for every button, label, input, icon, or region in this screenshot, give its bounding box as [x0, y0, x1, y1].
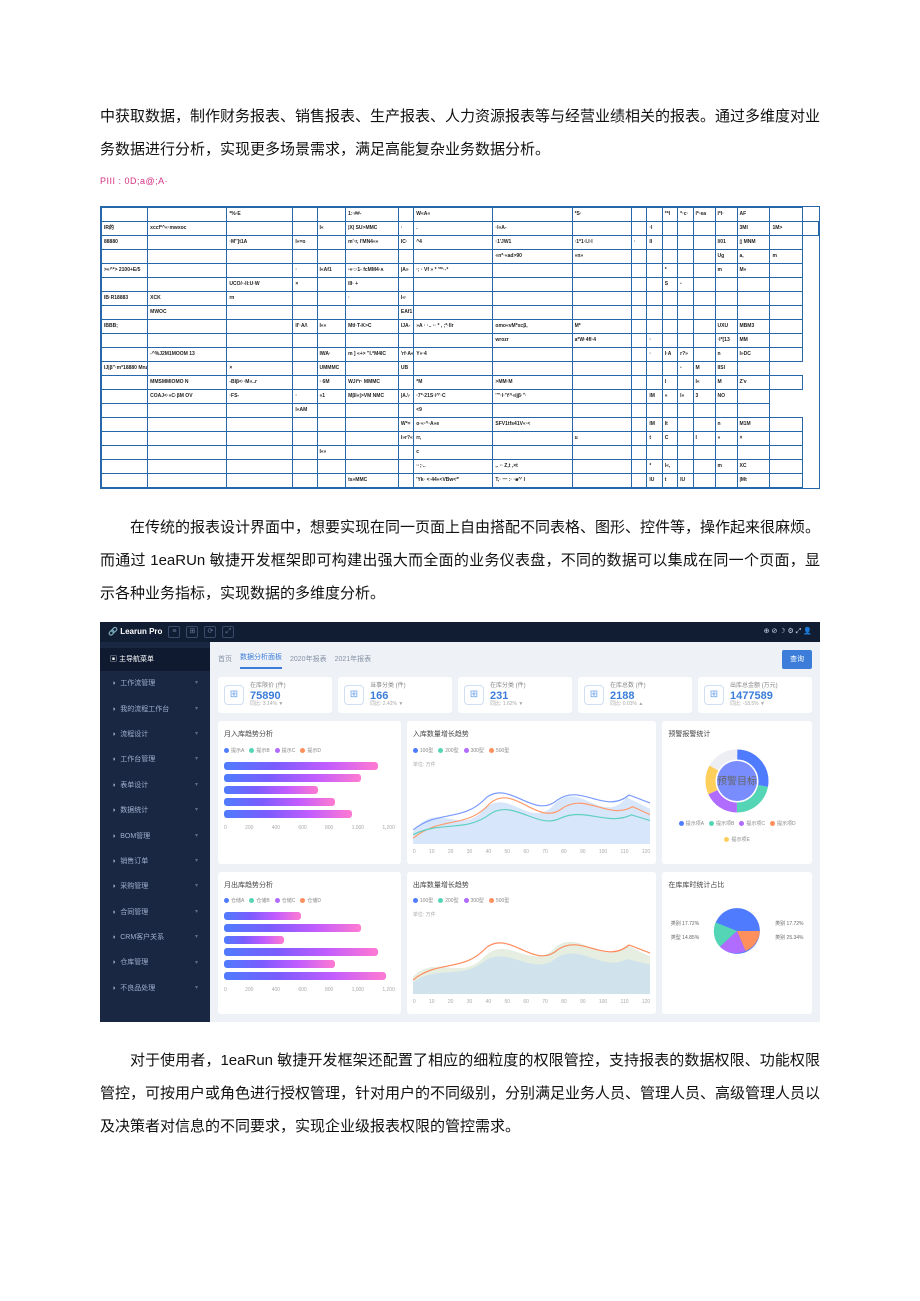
axis: 02004006008001,0001,200 — [224, 823, 395, 834]
tab: 2020年报表 — [290, 652, 327, 667]
panel-sub: 单位: 万件 — [413, 760, 650, 771]
panel-wave-out: 出库数量增长趋势 100型200型300型500型 单位: 万件 0102030… — [407, 872, 656, 1014]
sidebar-item: ◗合同管理▾ — [100, 900, 210, 925]
query-button: 查询 — [782, 650, 812, 669]
panel-legend: 提示项A提示项B提示项C提示项D提示项E — [668, 819, 806, 846]
sidebar-item: ◗流程设计▾ — [100, 722, 210, 747]
topbar-icon: ⤢ — [222, 626, 234, 638]
report-grid-image: *%·E1:·##-W«A«*S·**I*·c·l*·eaI*I·AFIR的xc… — [100, 206, 820, 489]
sidebar-item: ◗销售订单▾ — [100, 849, 210, 874]
sidebar-item: ◗我的流程工作台▾ — [100, 697, 210, 722]
dashboard-logo: 🔗 Learun Pro — [108, 623, 162, 641]
panel-bar-out: 月出库趋势分析 仓储A仓储B仓储C仓储D 02004006008001,0001… — [218, 872, 401, 1014]
pie-chart: 类别 17.72%类型 14.85% 类别 17.72%类别 25.34% — [668, 896, 806, 966]
topbar-icon: ⟳ — [204, 626, 216, 638]
panel-pie: 在库库时统计占比 类别 17.72%类型 14.85% 类别 17.72%类别 … — [662, 872, 812, 1014]
axis: 0102030405060708090100110120 — [413, 847, 650, 858]
kpi-card: ⊞在库总数 (件)2188同比: 0.03% ▲ — [578, 677, 692, 713]
dashboard-sidebar: ▣ 主导航菜单 ◗工作流管理▾◗我的流程工作台▾◗流程设计▾◗工作台管理▾◗表单… — [100, 642, 210, 1022]
panel-title: 出库数量增长趋势 — [413, 878, 650, 893]
axis: 0102030405060708090100110120 — [413, 997, 650, 1008]
tab: 2021年报表 — [335, 652, 372, 667]
dashboard-body: 首页 数据分析面板 2020年报表 2021年报表 查询 ⊞在库限价 (件)75… — [210, 642, 820, 1022]
sidebar-item: ◗CRM客户关系▾ — [100, 925, 210, 950]
panel-wave-in: 入库数量增长趋势 100型200型300型500型 单位: 万件 0102030… — [407, 721, 656, 863]
dashboard-image: 🔗 Learun Pro ≡ ⊞ ⟳ ⤢ ⊕ ⊘ ☽ ⚙ ⤢ 👤 ▣ 主导航菜单… — [100, 622, 820, 1022]
sidebar-header: ▣ 主导航菜单 — [100, 648, 210, 671]
dashboard-tabs: 首页 数据分析面板 2020年报表 2021年报表 查询 — [218, 650, 812, 669]
paragraph-3: 对于使用者，1eaRun 敏捷开发框架还配置了相应的细粒度的权限管控，支持报表的… — [100, 1044, 820, 1143]
panel-title: 预警报警统计 — [668, 727, 806, 742]
panel-title: 月入库趋势分析 — [224, 727, 395, 742]
bar-chart — [224, 910, 395, 982]
sidebar-item: ◗采购管理▾ — [100, 874, 210, 899]
panel-title: 入库数量增长趋势 — [413, 727, 650, 742]
sidebar-item: ◗表单设计▾ — [100, 773, 210, 798]
kpi-row: ⊞在库限价 (件)75890同比: 3.14% ▼⊞当事分类 (件)166同比:… — [218, 677, 812, 713]
pink-annotation: PIII : 0D;a@;A· — [100, 172, 820, 192]
panel-legend: 100型200型300型500型 — [413, 896, 650, 907]
svg-text:预警目标: 预警目标 — [717, 774, 757, 787]
sidebar-item: ◗工作台管理▾ — [100, 747, 210, 772]
panel-legend: 提示A提示B提示C提示D — [224, 746, 395, 757]
tab-active: 数据分析面板 — [240, 650, 282, 669]
sidebar-item: ◗数据统计▾ — [100, 798, 210, 823]
topbar-icon: ⊞ — [186, 626, 198, 638]
kpi-card: ⊞出库总金额 (万元)1477589同比: -18.5% ▼ — [698, 677, 812, 713]
sidebar-item: ◗BOM管理▾ — [100, 824, 210, 849]
panel-title: 在库库时统计占比 — [668, 878, 806, 893]
dashboard-topbar: 🔗 Learun Pro ≡ ⊞ ⟳ ⤢ ⊕ ⊘ ☽ ⚙ ⤢ 👤 — [100, 622, 820, 642]
sidebar-item: ◗不良品处理▾ — [100, 976, 210, 1001]
wave-chart — [413, 774, 650, 844]
panel-bar-in: 月入库趋势分析 提示A提示B提示C提示D 02004006008001,0001… — [218, 721, 401, 863]
panel-sub: 单位: 万件 — [413, 910, 650, 921]
panel-legend: 仓储A仓储B仓储C仓储D — [224, 896, 395, 907]
topbar-icon: ≡ — [168, 626, 180, 638]
sidebar-item: ◗仓库管理▾ — [100, 950, 210, 975]
panel-legend: 100型200型300型500型 — [413, 746, 650, 757]
paragraph-2: 在传统的报表设计界面中，想要实现在同一页面上自由搭配不同表格、图形、控件等，操作… — [100, 511, 820, 610]
panel-row-1: 月入库趋势分析 提示A提示B提示C提示D 02004006008001,0001… — [218, 721, 812, 863]
wave-chart — [413, 924, 650, 994]
kpi-card: ⊞在库分类 (件)231同比: 1.62% ▼ — [458, 677, 572, 713]
paragraph-1: 中获取数据，制作财务报表、销售报表、生产报表、人力资源报表等与经营业绩相关的报表… — [100, 100, 820, 166]
kpi-card: ⊞在库限价 (件)75890同比: 3.14% ▼ — [218, 677, 332, 713]
donut-chart: 预警目标 — [668, 746, 806, 816]
sidebar-item: ◗工作流管理▾ — [100, 671, 210, 696]
topbar-right-icon: ⊕ ⊘ ☽ ⚙ ⤢ 👤 — [764, 624, 812, 639]
panel-title: 月出库趋势分析 — [224, 878, 395, 893]
kpi-card: ⊞当事分类 (件)166同比: 2.42% ▼ — [338, 677, 452, 713]
panel-row-2: 月出库趋势分析 仓储A仓储B仓储C仓储D 02004006008001,0001… — [218, 872, 812, 1014]
panel-donut: 预警报警统计 预警目标 提示项A提示项B提示项C提示项D提示项E — [662, 721, 812, 863]
tab: 首页 — [218, 652, 232, 667]
bar-chart — [224, 760, 395, 820]
axis: 02004006008001,0001,200 — [224, 985, 395, 996]
